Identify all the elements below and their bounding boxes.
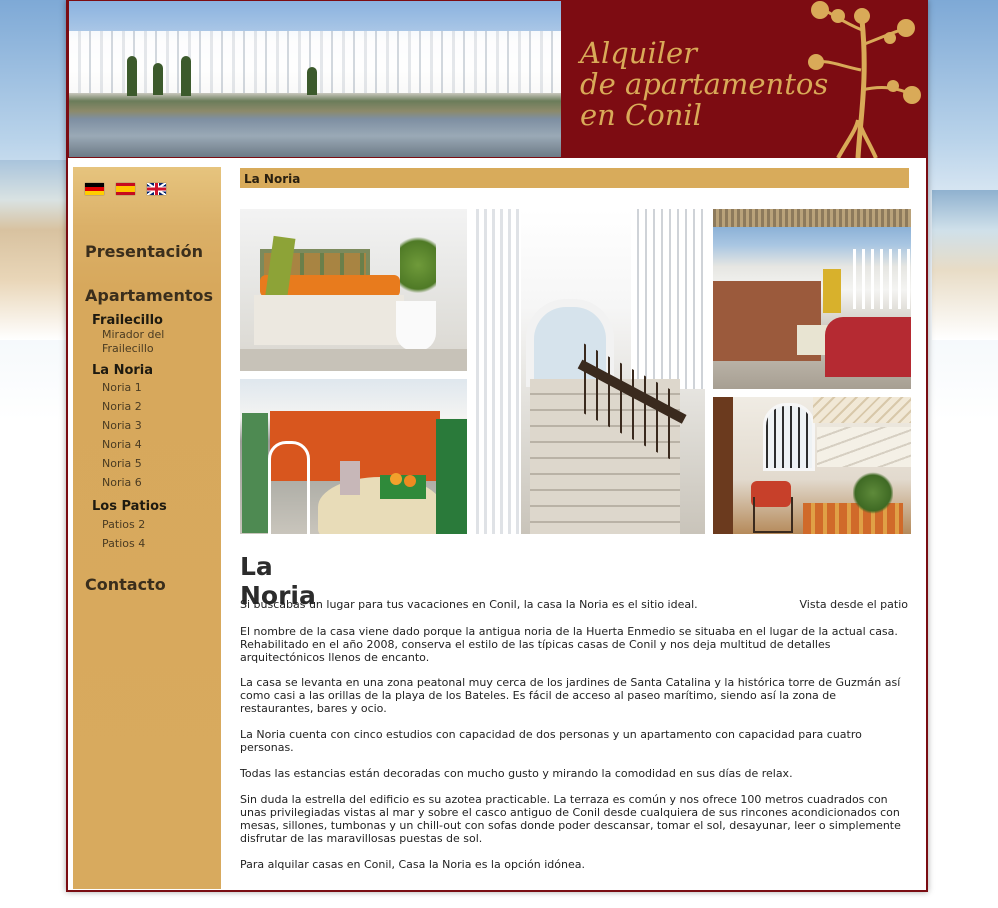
nav-apartamentos[interactable]: Apartamentos	[85, 286, 213, 305]
paragraph-6: Sin duda la estrella del edificio es su …	[240, 793, 901, 845]
section-title-bar: La Noria	[240, 168, 909, 188]
page-frame: Alquiler de apartamentos en Conil Presen…	[66, 0, 928, 892]
gallery-photo-terrace-table[interactable]	[240, 379, 467, 534]
site-header: Alquiler de apartamentos en Conil	[68, 0, 926, 158]
nav-los-patios[interactable]: Los Patios	[92, 499, 167, 514]
header-town-photo	[69, 1, 561, 157]
nav-la-noria[interactable]: La Noria	[92, 363, 153, 378]
english-flag-icon[interactable]	[147, 183, 166, 195]
nav-noria-6[interactable]: Noria 6	[102, 476, 142, 490]
site-title: Alquiler de apartamentos en Conil	[580, 38, 828, 131]
nav-noria-3[interactable]: Noria 3	[102, 419, 142, 433]
site-title-line-2: de apartamentos	[580, 67, 829, 101]
nav-noria-2[interactable]: Noria 2	[102, 400, 142, 414]
nav-mirador-line-2: Frailecillo	[102, 342, 154, 355]
nav-contacto[interactable]: Contacto	[85, 575, 166, 594]
paragraph-5: Todas las estancias están decoradas con …	[240, 767, 793, 780]
gallery-photo-staircase[interactable]	[476, 209, 705, 534]
gallery-photo-sofa[interactable]	[240, 209, 467, 371]
gallery-photo-interior-patio[interactable]	[713, 397, 911, 534]
paragraph-3: La casa se levanta en una zona peatonal …	[240, 676, 901, 715]
nav-frailecillo[interactable]: Frailecillo	[92, 313, 163, 328]
paragraph-2: El nombre de la casa viene dado porque l…	[240, 625, 898, 664]
nav-presentacion[interactable]: Presentación	[85, 242, 203, 261]
language-selector	[85, 183, 166, 195]
paragraph-4: La Noria cuenta con cinco estudios con c…	[240, 728, 862, 754]
site-title-line-1: Alquiler	[580, 36, 698, 70]
spanish-flag-icon[interactable]	[116, 183, 135, 195]
nav-patios-4[interactable]: Patios 4	[102, 537, 145, 551]
german-flag-icon[interactable]	[85, 183, 104, 195]
photo-caption: Vista desde el patio	[799, 598, 909, 611]
sidebar: Presentación Apartamentos Frailecillo Mi…	[73, 167, 221, 889]
agave-plant-illustration	[808, 1, 921, 158]
nav-noria-5[interactable]: Noria 5	[102, 457, 142, 471]
nav-patios-2[interactable]: Patios 2	[102, 518, 145, 532]
nav-noria-4[interactable]: Noria 4	[102, 438, 142, 452]
paragraph-7: Para alquilar casas en Conil, Casa la No…	[240, 858, 585, 871]
beach-background-left	[0, 160, 66, 340]
intro-text: Si buscabas un lugar para tus vacaciones…	[240, 598, 698, 611]
gallery-photo-rooftop-terrace[interactable]	[713, 209, 911, 389]
nav-mirador-line-1: Mirador del	[102, 328, 165, 341]
intro-paragraph: Si buscabas un lugar para tus vacaciones…	[240, 598, 912, 611]
site-title-line-3: en Conil	[580, 98, 702, 132]
nav-mirador-del-frailecillo[interactable]: Mirador del Frailecillo	[102, 328, 164, 356]
beach-background-right	[932, 190, 998, 340]
nav-noria-1[interactable]: Noria 1	[102, 381, 142, 395]
